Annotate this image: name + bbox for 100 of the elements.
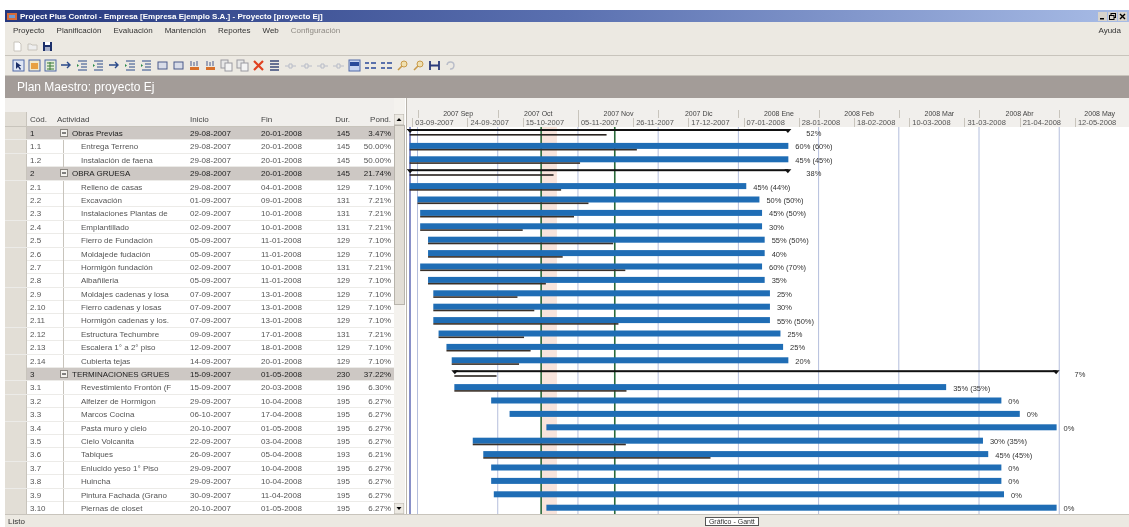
date-cell-text: 30-09-2007 (189, 490, 232, 500)
duration-cell-text: 131 (335, 222, 351, 232)
collapse-icon[interactable] (60, 370, 68, 379)
activity-cell-text: Moldajede fudación (80, 249, 151, 259)
task-bar[interactable] (454, 384, 947, 392)
scrollbar[interactable] (394, 98, 405, 514)
task-bar[interactable] (409, 142, 789, 151)
summary-row[interactable]: 2 OBRA GRUESA 29-08-2007 20-01-2008 145 21.74% (5, 167, 394, 181)
collapse-icon[interactable] (60, 129, 68, 138)
box-icon[interactable] (156, 59, 169, 72)
task-bar[interactable] (420, 209, 763, 218)
indent-icon[interactable] (140, 59, 153, 72)
task-bar[interactable] (446, 343, 784, 352)
task-bar[interactable] (409, 156, 789, 164)
row-header[interactable] (5, 368, 27, 381)
task-bar[interactable] (433, 303, 770, 312)
menu-item[interactable]: Reportes (218, 25, 251, 35)
activity-cell-text: Marcos Cocina (80, 410, 135, 420)
column-header[interactable]: Actividad (54, 114, 187, 124)
summary-bar[interactable] (407, 169, 792, 176)
row-header[interactable] (5, 381, 27, 395)
date-cell-text: 01-05-2008 (260, 503, 303, 513)
row-header[interactable] (5, 341, 27, 355)
task-bar[interactable] (451, 357, 789, 365)
column-header[interactable]: Pond. (353, 114, 394, 124)
column-header[interactable]: Dur. (328, 114, 353, 124)
bars-icon[interactable] (188, 59, 201, 72)
task-bar[interactable] (428, 236, 765, 245)
column-header[interactable]: Fin (258, 114, 328, 124)
task-bar[interactable] (420, 223, 763, 231)
delete-icon[interactable] (252, 59, 265, 72)
task-bar[interactable] (409, 183, 747, 191)
row-header[interactable] (5, 314, 27, 328)
menu-item[interactable]: Evaluación (113, 25, 153, 35)
code-cell-text: 2.11 (29, 316, 46, 326)
weight-cell-text: 7.10% (367, 249, 392, 259)
summary-row[interactable]: 3 TERMINACIONES GRUES 15-09-2007 01-05-2008 230 37.22% (5, 368, 394, 382)
column-header[interactable]: Inicio (187, 114, 258, 124)
scroll-up-icon[interactable] (394, 114, 404, 125)
row-header[interactable] (5, 448, 27, 462)
code-cell-text: 2.5 (29, 236, 43, 246)
bars-icon[interactable] (204, 59, 217, 72)
copy-icon[interactable] (220, 59, 233, 72)
code-cell-text: 2.7 (29, 262, 43, 272)
task-bar[interactable] (472, 437, 983, 446)
duration-cell-text: 193 (335, 450, 351, 460)
box-icon[interactable] (172, 59, 185, 72)
task-bar[interactable] (428, 276, 765, 285)
task-bar[interactable] (433, 317, 770, 325)
row-header[interactable] (5, 140, 27, 154)
close-icon[interactable] (1118, 11, 1127, 21)
activity-cell-text: Fierro cadenas y losas (80, 303, 162, 313)
task-bar[interactable] (428, 250, 765, 258)
task-bar[interactable] (420, 263, 763, 272)
row-header[interactable] (5, 475, 27, 489)
lines-icon[interactable] (364, 59, 377, 72)
task-bar[interactable] (417, 196, 760, 205)
restore-icon[interactable] (1108, 11, 1117, 21)
menu-item[interactable]: Mantención (164, 25, 206, 35)
zoom-icon[interactable] (396, 59, 409, 72)
new-file-icon[interactable] (12, 41, 23, 52)
row-header[interactable] (5, 234, 27, 248)
cursor-icon[interactable] (12, 59, 25, 72)
task-bar[interactable] (433, 290, 770, 298)
menu-item[interactable]: Ayuda (1098, 25, 1121, 35)
duration-cell-text: 195 (335, 503, 351, 513)
row-header[interactable] (5, 274, 27, 288)
menu-item[interactable]: Planificación (56, 25, 102, 35)
weight-cell-text: 7.10% (367, 236, 392, 246)
minimize-icon[interactable] (1098, 11, 1107, 21)
task-bar[interactable] (438, 330, 781, 339)
row-header[interactable] (5, 408, 27, 422)
duration-cell-text: 195 (335, 410, 351, 420)
duration-cell-text: 131 (335, 329, 351, 339)
window-icon[interactable] (348, 59, 361, 72)
scroll-down-icon[interactable] (394, 503, 404, 514)
collapse-icon[interactable] (60, 169, 68, 178)
save-icon[interactable] (42, 41, 53, 52)
task-bar[interactable] (483, 451, 989, 459)
weight-cell-text: 3.47% (367, 128, 392, 138)
fit-width-icon[interactable] (428, 59, 441, 72)
menu-item[interactable]: Proyecto (13, 25, 45, 35)
scrollbar-thumb[interactable] (394, 125, 405, 305)
row-header[interactable] (5, 127, 27, 140)
date-cell-text: 10-01-2008 (260, 222, 303, 232)
activity-cell-text: Alfeizer de Hormigon (80, 396, 156, 406)
weight-cell-text: 7.21% (367, 329, 392, 339)
summary-row[interactable]: 1 Obras Previas 29-08-2007 20-01-2008 145 3.47% (5, 127, 394, 141)
column-header[interactable]: Cód. (27, 114, 54, 124)
row-header[interactable] (5, 207, 27, 221)
list-icon[interactable] (268, 59, 281, 72)
menu-item[interactable]: Web (262, 25, 279, 35)
summary-bar[interactable] (451, 370, 1060, 377)
summary-bar[interactable] (407, 129, 792, 136)
date-cell-text: 10-01-2008 (260, 209, 303, 219)
lines-icon[interactable] (380, 59, 393, 72)
duration-cell-text: 129 (335, 249, 351, 259)
date-cell-text: 20-01-2008 (260, 168, 303, 178)
activity-cell-text: Pasta muro y cielo (80, 423, 147, 433)
copy-icon[interactable] (236, 59, 249, 72)
